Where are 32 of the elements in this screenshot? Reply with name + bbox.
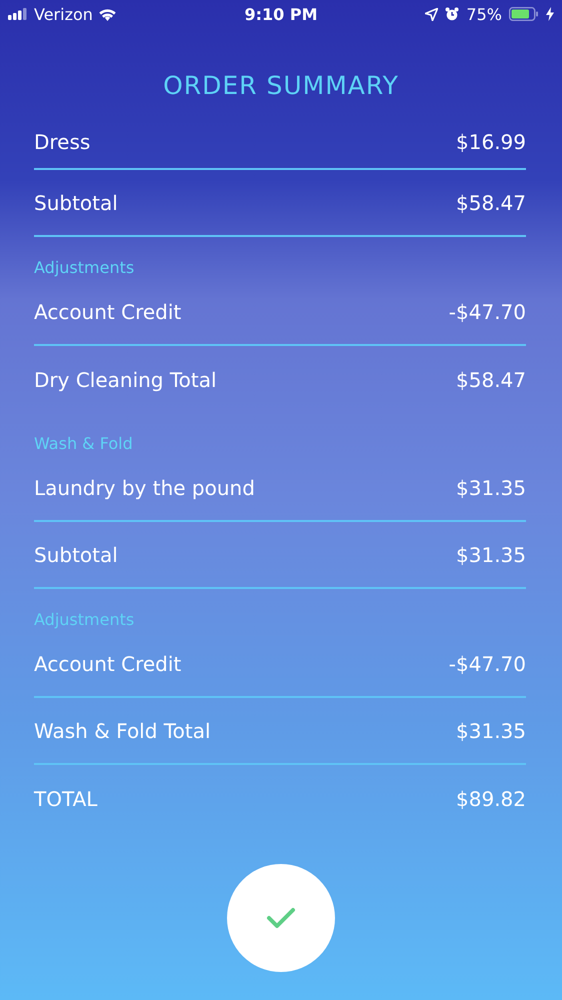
line-item-label: Dry Cleaning Total — [34, 368, 217, 392]
line-item-label: Subtotal — [34, 542, 118, 566]
line-item-label: Account Credit — [34, 300, 182, 324]
battery-icon — [508, 7, 539, 21]
charging-bolt-icon — [546, 7, 554, 21]
line-item-amount: $31.35 — [456, 476, 526, 500]
line-item-amount: $16.99 — [456, 130, 526, 154]
battery-percent: 75% — [466, 4, 502, 24]
line-item-label: TOTAL — [34, 786, 98, 810]
line-item-label: Subtotal — [34, 190, 118, 214]
line-item-amount: $89.82 — [456, 786, 526, 810]
line-item-amount: $31.35 — [456, 542, 526, 566]
clock-time: 9:10 PM — [244, 4, 318, 24]
location-arrow-icon — [425, 8, 438, 20]
line-item-amount: $31.35 — [456, 718, 526, 742]
signal-icon — [8, 8, 28, 20]
line-item-label: Account Credit — [34, 652, 182, 676]
checkmark-icon — [266, 907, 296, 929]
alarm-clock-icon — [445, 7, 460, 21]
carrier-name: Verizon — [34, 4, 93, 24]
line-item-amount: -$47.70 — [448, 652, 526, 676]
line-item-label: Dress — [34, 130, 90, 154]
section-label: Adjustments — [34, 609, 136, 631]
screen-title: ORDER SUMMARY — [162, 70, 400, 100]
wifi-icon — [98, 8, 116, 20]
line-item-amount: $58.47 — [456, 368, 526, 392]
section-label: Wash & Fold — [34, 433, 134, 455]
line-item-label: Laundry by the pound — [34, 476, 255, 500]
line-item-amount: -$47.70 — [448, 300, 526, 324]
section-label: Adjustments — [34, 257, 136, 279]
line-item-amount: $58.47 — [456, 190, 526, 214]
line-item-label: Wash & Fold Total — [34, 718, 211, 742]
